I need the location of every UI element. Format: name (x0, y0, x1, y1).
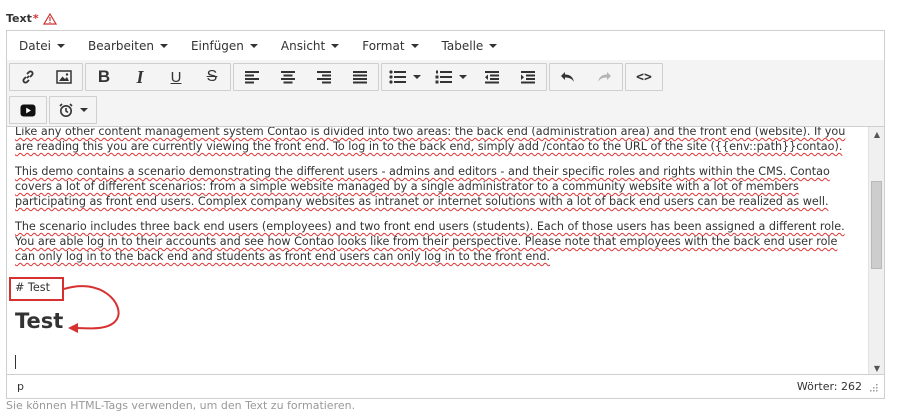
menu-tabelle[interactable]: Tabelle (433, 31, 507, 60)
field-help-text: Sie können HTML-Tags verwenden, um den T… (6, 399, 356, 412)
underline-button[interactable]: U (158, 64, 194, 90)
align-right-button[interactable] (306, 64, 342, 90)
italic-button[interactable]: I (122, 64, 158, 90)
outdent-button[interactable] (474, 64, 510, 90)
annotation-arrow-icon (63, 285, 120, 333)
chevron-down-icon (249, 43, 258, 48)
bold-icon: B (97, 67, 111, 86)
undo-icon (561, 72, 574, 82)
toolbar-row-2 (7, 94, 884, 127)
bullet-list-button[interactable] (382, 64, 428, 90)
indent-button[interactable] (510, 64, 546, 90)
paragraph-2: This demo contains a scenario demonstrat… (15, 164, 858, 209)
paragraph-3: The scenario includes three back end use… (15, 219, 858, 264)
menu-label: Tabelle (441, 38, 484, 53)
chevron-down-icon (489, 43, 498, 48)
chevron-down-icon (459, 75, 467, 79)
strikethrough-button[interactable]: S (194, 64, 230, 90)
align-left-button[interactable] (234, 64, 270, 90)
source-code-button[interactable]: <> (626, 64, 662, 90)
toolbar-group-text-style: B I U S (85, 63, 231, 91)
statusbar-right: Wörter: 262 (797, 380, 878, 393)
chevron-down-icon (410, 43, 419, 48)
indent-icon (521, 71, 535, 84)
field-label: Text * (6, 12, 57, 25)
menu-label: Bearbeiten (88, 38, 154, 53)
element-path[interactable]: p (17, 380, 24, 393)
link-icon (22, 70, 34, 84)
statusbar: p Wörter: 262 (7, 374, 884, 398)
bold-button[interactable]: B (86, 64, 122, 90)
menubar: Datei Bearbeiten Einfügen Ansicht Format… (7, 31, 884, 61)
chevron-down-icon (57, 43, 66, 48)
redo-button[interactable] (586, 64, 622, 90)
alarm-clock-button[interactable] (50, 97, 96, 123)
image-icon (56, 70, 72, 84)
menu-ansicht[interactable]: Ansicht (272, 31, 348, 60)
chevron-down-icon (80, 108, 88, 112)
outdent-icon (485, 71, 499, 84)
chevron-down-icon (413, 75, 421, 79)
menu-label: Ansicht (280, 38, 326, 53)
menu-label: Format (362, 38, 405, 53)
redo-icon (598, 72, 611, 82)
paragraph-1: Like any other content management system… (15, 127, 858, 154)
rich-text-editor: Datei Bearbeiten Einfügen Ansicht Format… (6, 30, 885, 399)
paragraph-text: Like any other content management system… (15, 127, 846, 153)
toolbar-group-history (549, 63, 623, 91)
paragraph-text: This demo contains a scenario demonstrat… (15, 165, 830, 208)
align-center-button[interactable] (270, 64, 306, 90)
scroll-up-icon[interactable]: ▲ (869, 127, 885, 141)
youtube-button[interactable] (10, 97, 46, 123)
menu-einfuegen[interactable]: Einfügen (182, 31, 267, 60)
underline-icon: U (170, 68, 182, 86)
align-justify-button[interactable] (342, 64, 378, 90)
menu-format[interactable]: Format (353, 31, 427, 60)
menu-datei[interactable]: Datei (10, 31, 74, 60)
undo-button[interactable] (550, 64, 586, 90)
toolbar-group-media (9, 96, 47, 124)
menu-label: Einfügen (190, 38, 244, 53)
chevron-down-icon (159, 43, 168, 48)
menu-bearbeiten[interactable]: Bearbeiten (79, 31, 177, 60)
text-cursor (15, 355, 16, 369)
scroll-thumb[interactable] (871, 181, 882, 269)
markdown-heading-line: # Test (15, 281, 50, 294)
menu-label: Datei (19, 38, 52, 53)
required-mark: * (32, 12, 39, 25)
numbered-list-button[interactable] (428, 64, 474, 90)
warning-triangle-icon (42, 12, 57, 25)
editor-scrollbar[interactable]: ▲ ▼ (868, 127, 884, 375)
image-button[interactable] (46, 64, 82, 90)
toolbar-group-lists (381, 63, 547, 91)
toolbar-group-insert (9, 63, 83, 91)
align-right-icon (317, 71, 331, 84)
paragraph-text: The scenario includes three back end use… (15, 220, 845, 263)
numbered-list-icon (435, 70, 452, 84)
toolbar-group-timer (49, 96, 97, 124)
toolbar-group-code: <> (625, 63, 663, 91)
align-left-icon (245, 71, 259, 84)
scroll-down-icon[interactable]: ▼ (869, 361, 885, 375)
toolbar-group-align (233, 63, 379, 91)
word-count: Wörter: 262 (796, 380, 862, 393)
source-code-icon: <> (636, 69, 652, 85)
alarm-clock-icon (59, 103, 73, 117)
chevron-down-icon (331, 43, 340, 48)
align-center-icon (281, 71, 295, 84)
toolbar-row-1: B I U S <> (7, 60, 884, 95)
editor-content-area[interactable]: Like any other content management system… (7, 127, 868, 375)
link-button[interactable] (10, 64, 46, 90)
align-justify-icon (353, 71, 367, 84)
rendered-heading: Test (15, 309, 64, 333)
resize-handle-icon[interactable] (868, 382, 878, 392)
strikethrough-icon: S (206, 68, 218, 85)
bullet-list-icon (389, 70, 406, 84)
italic-icon: I (136, 66, 144, 87)
field-label-text: Text (6, 12, 32, 25)
youtube-icon (20, 104, 36, 116)
